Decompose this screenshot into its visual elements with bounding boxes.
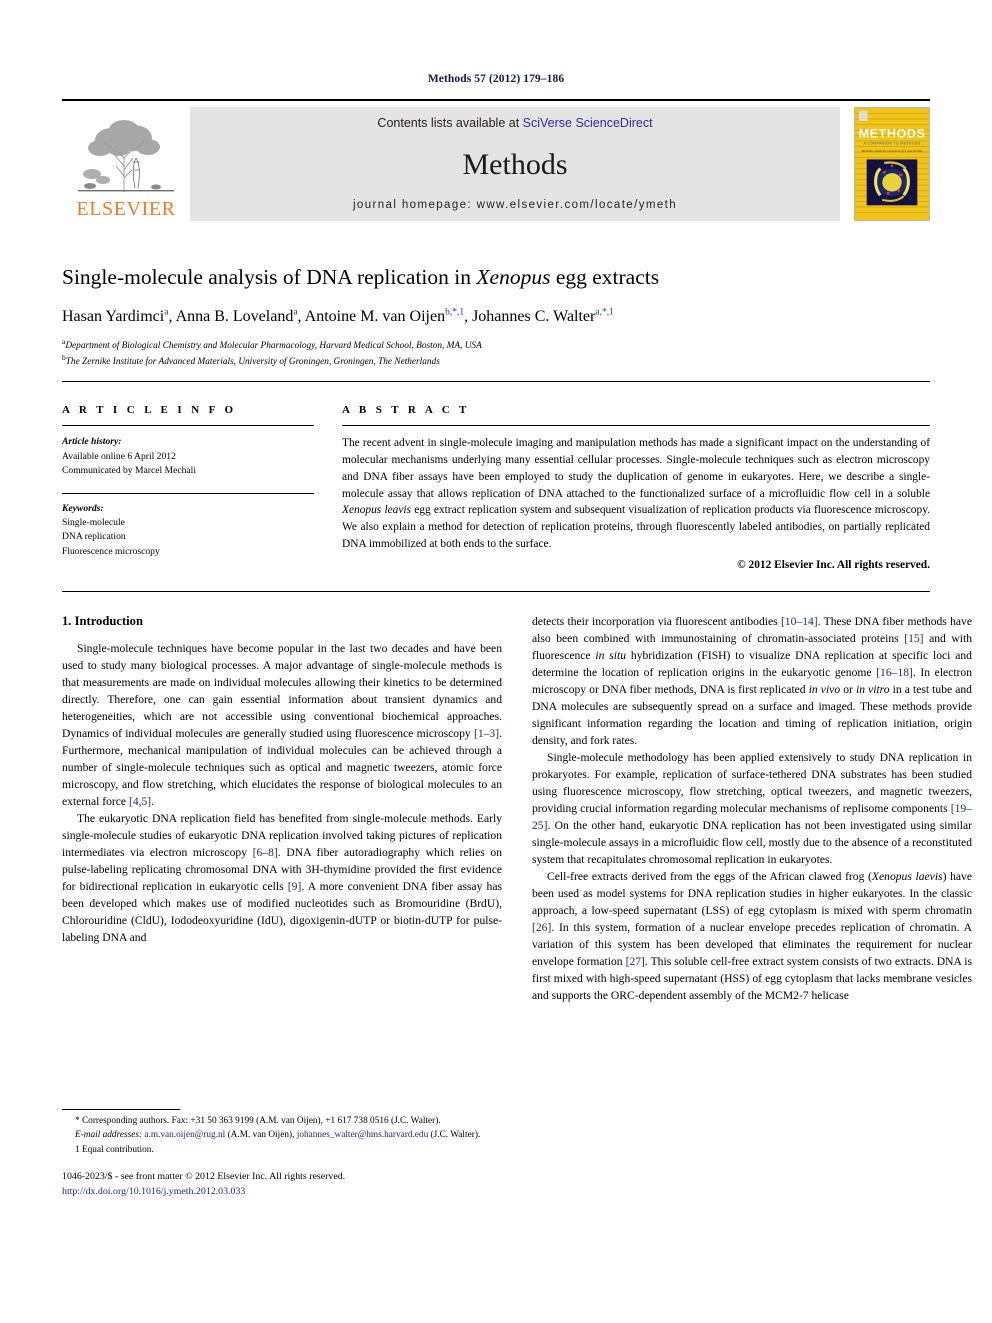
page-title: Single-molecule analysis of DNA replicat… [62, 265, 930, 291]
right-paragraph-2: Single-molecule methodology has been app… [532, 750, 972, 869]
body-columns: 1. Introduction Single-molecule techniqu… [62, 592, 972, 1199]
author-4-affil-marker: a,*,1 [595, 307, 614, 318]
body-left-column: 1. Introduction Single-molecule techniqu… [62, 614, 502, 1199]
citation-16-18[interactable]: [16–18] [876, 666, 913, 679]
abstract-copyright: © 2012 Elsevier Inc. All rights reserved… [737, 558, 930, 571]
rp1-italic-in-vitro: in vitro [855, 683, 890, 697]
article-info-divider [62, 425, 314, 427]
rp3-italic-species: Xenopus laevis [871, 869, 943, 883]
citation-1-3[interactable]: [1–3] [474, 727, 499, 740]
contents-prefix: Contents lists available at [377, 116, 523, 130]
article-page: Methods 57 (2012) 179–186 ELSEVIER Conte… [0, 0, 992, 1323]
lp1-a: Single-molecule techniques have become p… [62, 642, 502, 741]
title-block: Single-molecule analysis of DNA replicat… [62, 221, 930, 369]
journal-title: Methods [462, 147, 568, 181]
keyword-0: Single-molecule [62, 516, 125, 528]
author-3-affil-marker: b,*,1 [445, 307, 465, 318]
masthead-center-panel: Contents lists available at SciVerse Sci… [190, 107, 840, 221]
article-history-label: Article history: [62, 436, 122, 448]
footnote-equal-contribution: 1 Equal contribution. [75, 1144, 154, 1155]
section-heading-introduction: 1. Introduction [62, 614, 143, 629]
issn-copyright-block: 1046-2023/$ - see front matter © 2012 El… [62, 1170, 502, 1199]
abstract-heading: A B S T R A C T [342, 404, 470, 417]
right-paragraph-3: Cell-free extracts derived from the eggs… [532, 869, 972, 1005]
article-info-column: A R T I C L E I N F O Article history: A… [62, 404, 314, 573]
lp1-c: . [151, 794, 155, 808]
cover-artwork-icon: METHODS A COMPANION TO METHODS Methods e… [855, 108, 929, 220]
author-1-affil-marker: a [164, 307, 169, 318]
elsevier-logo: ELSEVIER [62, 107, 190, 221]
author-list: Hasan Yardimcia, Anna B. Lovelanda, Anto… [62, 307, 614, 325]
email-1-owner: (A.M. van Oijen), [225, 1130, 297, 1141]
affiliation-a: aDepartment of Biological Chemistry and … [62, 337, 930, 353]
footnote-corresponding-authors: * Corresponding authors. Fax: +31 50 363… [75, 1115, 441, 1126]
footnote-divider [62, 1108, 180, 1110]
keywords-label: Keywords: [62, 502, 104, 514]
rp1-italic-in-situ: in situ [595, 649, 627, 663]
keywords-group: Keywords: Single-molecule DNA replicatio… [62, 502, 314, 560]
doi-link[interactable]: http://dx.doi.org/10.1016/j.ymeth.2012.0… [62, 1185, 502, 1199]
citation-26[interactable]: [26] [532, 921, 551, 934]
abstract-part-1: The recent advent in single-molecule ima… [342, 437, 930, 500]
right-paragraph-1: detects their incorporation via fluoresc… [532, 614, 972, 750]
author-3[interactable]: Antoine M. van Oijenb,*,1 [305, 307, 465, 324]
author-4[interactable]: Johannes C. Waltera,*,1 [472, 307, 614, 324]
rp1-italic-in-vivo: in vivo [808, 683, 841, 697]
title-post: egg extracts [550, 265, 660, 289]
abstract-divider [342, 425, 930, 427]
email-link-van-oijen[interactable]: a.m.van.oijen@rug.nl [144, 1130, 225, 1140]
running-head: Methods 57 (2012) 179–186 [427, 73, 565, 85]
journal-homepage-line[interactable]: journal homepage: www.elsevier.com/locat… [353, 199, 677, 211]
article-info-heading: A R T I C L E I N F O [62, 404, 237, 417]
citation-9[interactable]: [9] [288, 880, 302, 893]
affil-b-text: The Zernike Institute for Advanced Mater… [65, 357, 440, 368]
abstract-text: The recent advent in single-molecule ima… [342, 435, 930, 552]
keyword-2: Fluorescence microscopy [62, 545, 160, 557]
author-1[interactable]: Hasan Yardimcia [62, 307, 169, 324]
journal-cover-thumbnail: METHODS A COMPANION TO METHODS Methods e… [854, 107, 930, 221]
rp3-a: Cell-free extracts derived from the eggs… [547, 869, 872, 883]
elsevier-tree-icon [78, 120, 174, 192]
affiliation-b: bThe Zernike Institute for Advanced Mate… [62, 353, 930, 369]
title-pre: Single-molecule analysis of DNA replicat… [62, 265, 477, 289]
article-history-line-0: Available online 6 April 2012 [62, 450, 176, 462]
info-abstract-row: A R T I C L E I N F O Article history: A… [62, 382, 930, 573]
left-paragraph-1: Single-molecule techniques have become p… [62, 641, 502, 811]
issn-line: 1046-2023/$ - see front matter © 2012 El… [62, 1171, 346, 1183]
abstract-italic-species: Xenopus leavis [342, 504, 412, 517]
email-link-walter[interactable]: johannes_walter@hms.harvard.edu [297, 1130, 428, 1140]
elsevier-wordmark: ELSEVIER [76, 198, 176, 220]
email-2-owner: (J.C. Walter). [428, 1130, 481, 1141]
citation-10-14[interactable]: [10–14] [781, 615, 818, 628]
abstract-part-2: egg extract replication system and subse… [342, 504, 930, 550]
footnote-block: * Corresponding authors. Fax: +31 50 363… [62, 1108, 502, 1199]
affil-a-text: Department of Biological Chemistry and M… [65, 340, 482, 351]
keywords-divider [62, 492, 314, 494]
article-history-line-1: Communicated by Marcel Mechali [62, 465, 197, 477]
email-label: E-mail addresses: [75, 1130, 143, 1141]
citation-6-8[interactable]: [6–8] [253, 846, 278, 859]
journal-masthead: ELSEVIER Contents lists available at Sci… [62, 99, 930, 221]
svg-text:A COMPANION TO METHODS: A COMPANION TO METHODS [863, 142, 920, 146]
rp2-b: . On the other hand, eukaryotic DNA repl… [532, 818, 972, 866]
contents-available-line: Contents lists available at SciVerse Sci… [377, 116, 652, 130]
author-2[interactable]: Anna B. Lovelanda [176, 307, 298, 324]
citation-15[interactable]: [15] [904, 632, 923, 645]
rp1-f: or [840, 683, 856, 697]
citation-27[interactable]: [27] [626, 955, 645, 968]
citation-4-5[interactable]: [4,5] [129, 795, 151, 808]
author-2-affil-marker: a [293, 307, 298, 318]
rp2-a: Single-molecule methodology has been app… [532, 750, 972, 815]
body-right-column: detects their incorporation via fluoresc… [532, 614, 972, 1199]
svg-text:METHODS: METHODS [859, 127, 926, 141]
abstract-column: A B S T R A C T The recent advent in sin… [342, 404, 930, 573]
svg-text:Methods edited for elsewhere o: Methods edited for elsewhere of a specia… [861, 149, 923, 153]
article-history-group: Article history: Available online 6 Apri… [62, 435, 314, 478]
keyword-1: DNA replication [62, 531, 126, 543]
sciencedirect-link[interactable]: SciVerse ScienceDirect [523, 116, 653, 130]
footnote-emails: E-mail addresses: a.m.van.oijen@rug.nl (… [62, 1129, 502, 1142]
rp1-a: detects their incorporation via fluoresc… [532, 615, 781, 629]
left-paragraph-2: The eukaryotic DNA replication field has… [62, 811, 502, 947]
title-italic-species: Xenopus [476, 265, 551, 289]
